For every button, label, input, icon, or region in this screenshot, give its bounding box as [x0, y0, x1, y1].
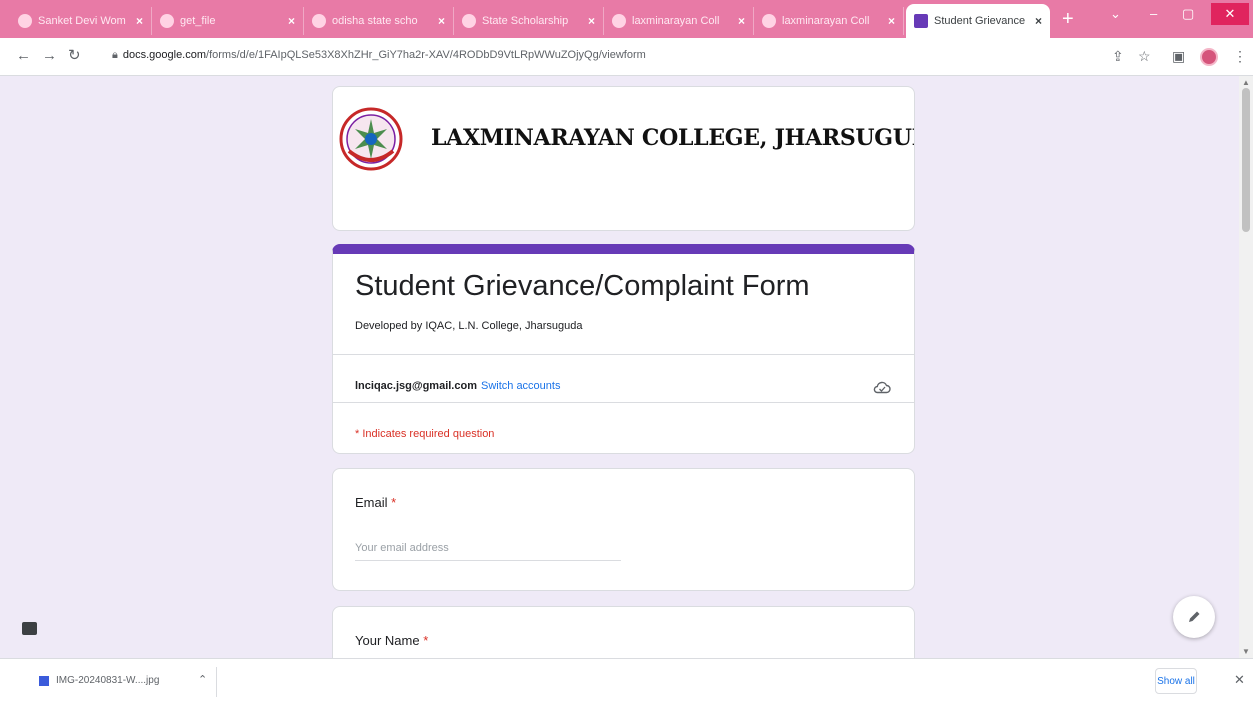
feedback-icon[interactable] — [22, 622, 37, 635]
favicon-icon — [462, 14, 476, 28]
form-title-card: Student Grievance/Complaint Form Develop… — [332, 244, 915, 454]
google-forms-favicon-icon — [914, 14, 928, 28]
college-logo-icon — [339, 107, 403, 171]
download-bar: IMG-20240831-W....jpg ⌃ Show all ✕ — [0, 658, 1253, 704]
form-header-banner: LAXMINARAYAN COLLEGE, JHARSUGUDA — [332, 86, 915, 231]
favicon-icon — [762, 14, 776, 28]
email-field[interactable] — [355, 535, 621, 561]
tab-close-icon[interactable]: × — [888, 14, 895, 28]
scroll-down-arrow-icon[interactable]: ▼ — [1242, 647, 1250, 656]
back-arrow-icon[interactable]: ← — [16, 48, 31, 64]
forward-arrow-icon[interactable]: → — [42, 48, 57, 64]
new-tab-plus-icon[interactable]: + — [1062, 9, 1074, 29]
divider — [333, 402, 914, 403]
url-path: /forms/d/e/1FAIpQLSe53X8XhZHr_GiY7ha2r-X… — [206, 49, 646, 61]
lock-icon: 🔒︎ — [112, 49, 118, 61]
tab-label: State Scholarship — [482, 15, 569, 27]
question-label: Email * — [355, 495, 396, 510]
address-bar[interactable]: 🔒︎ docs.google.com/forms/d/e/1FAIpQLSe53X… — [112, 49, 646, 62]
star-icon[interactable]: ☆ — [1138, 48, 1151, 65]
tab-close-icon[interactable]: × — [136, 14, 143, 28]
pencil-icon — [1189, 611, 1200, 622]
avatar[interactable] — [1200, 48, 1218, 66]
browser-tab-bar: Sanket Devi Wom × get_file × odisha stat… — [0, 0, 1253, 38]
required-note: * Indicates required question — [355, 428, 495, 440]
tab-label: laxminarayan Coll — [782, 15, 870, 27]
favicon-icon — [18, 14, 32, 28]
file-icon — [39, 676, 49, 686]
tab-close-icon[interactable]: × — [1035, 14, 1042, 28]
form-description: Developed by IQAC, L.N. College, Jharsug… — [355, 320, 583, 332]
close-icon[interactable]: ✕ — [1234, 672, 1245, 688]
question-card-name: Your Name * — [332, 606, 915, 658]
tab-1[interactable]: get_file × — [152, 7, 304, 35]
scroll-up-arrow-icon[interactable]: ▲ — [1242, 78, 1250, 87]
tab-close-icon[interactable]: × — [588, 14, 595, 28]
divider — [333, 354, 914, 355]
page-viewport: LAXMINARAYAN COLLEGE, JHARSUGUDA Student… — [0, 76, 1239, 658]
chevron-up-icon[interactable]: ⌃ — [198, 673, 207, 686]
switch-accounts-link[interactable]: Switch accounts — [481, 380, 560, 392]
college-name: LAXMINARAYAN COLLEGE, JHARSUGUDA — [431, 125, 915, 151]
share-icon[interactable]: ⇪ — [1112, 48, 1124, 65]
tab-label: Student Grievance — [934, 15, 1026, 27]
tab-6-active[interactable]: Student Grievance × — [906, 4, 1050, 38]
edit-form-button[interactable] — [1173, 596, 1215, 638]
question-label: Your Name * — [355, 633, 428, 648]
show-all-button[interactable]: Show all — [1155, 668, 1197, 694]
browser-toolbar: ← → ↻ 🔒︎ docs.google.com/forms/d/e/1FAIpQ… — [0, 38, 1253, 76]
question-title: Email — [355, 495, 388, 510]
reload-icon[interactable]: ↻ — [68, 48, 81, 64]
scrollbar-thumb[interactable] — [1242, 88, 1250, 232]
question-card-email: Email * — [332, 468, 915, 591]
menu-kebab-icon[interactable]: ⋮ — [1233, 48, 1247, 65]
tab-close-icon[interactable]: × — [438, 14, 445, 28]
tab-4[interactable]: laxminarayan Coll × — [604, 7, 754, 35]
tab-label: laxminarayan Coll — [632, 15, 720, 27]
url-host: docs.google.com — [122, 49, 207, 61]
tab-close-icon[interactable]: × — [288, 14, 295, 28]
tab-label: odisha state scho — [332, 15, 418, 27]
tab-0[interactable]: Sanket Devi Wom × — [10, 7, 152, 35]
minimize-icon[interactable]: – — [1150, 6, 1157, 21]
tab-search-chevron-icon[interactable]: ⌄ — [1110, 6, 1121, 22]
account-row: lnciqac.jsg@gmail.com Switch accounts — [355, 380, 560, 392]
download-file-name[interactable]: IMG-20240831-W....jpg — [56, 675, 159, 686]
tab-5[interactable]: laxminarayan Coll × — [754, 7, 904, 35]
required-star: * — [423, 633, 429, 648]
cloud-icon[interactable] — [873, 380, 891, 394]
form-title: Student Grievance/Complaint Form — [355, 270, 810, 302]
tab-label: Sanket Devi Wom — [38, 15, 126, 27]
required-star: * — [391, 495, 397, 510]
tab-3[interactable]: State Scholarship × — [454, 7, 604, 35]
question-title: Your Name — [355, 633, 420, 648]
account-email: lnciqac.jsg@gmail.com — [355, 380, 477, 392]
divider — [216, 667, 217, 697]
side-panel-icon[interactable]: ▣ — [1172, 48, 1185, 65]
favicon-icon — [612, 14, 626, 28]
favicon-icon — [312, 14, 326, 28]
favicon-icon — [160, 14, 174, 28]
tab-label: get_file — [180, 15, 216, 27]
window-close-icon[interactable]: ✕ — [1211, 3, 1249, 25]
tab-close-icon[interactable]: × — [738, 14, 745, 28]
maximize-icon[interactable]: ▢ — [1182, 6, 1194, 22]
tab-2[interactable]: odisha state scho × — [304, 7, 454, 35]
page-scrollbar[interactable]: ▲ ▼ — [1239, 76, 1253, 658]
